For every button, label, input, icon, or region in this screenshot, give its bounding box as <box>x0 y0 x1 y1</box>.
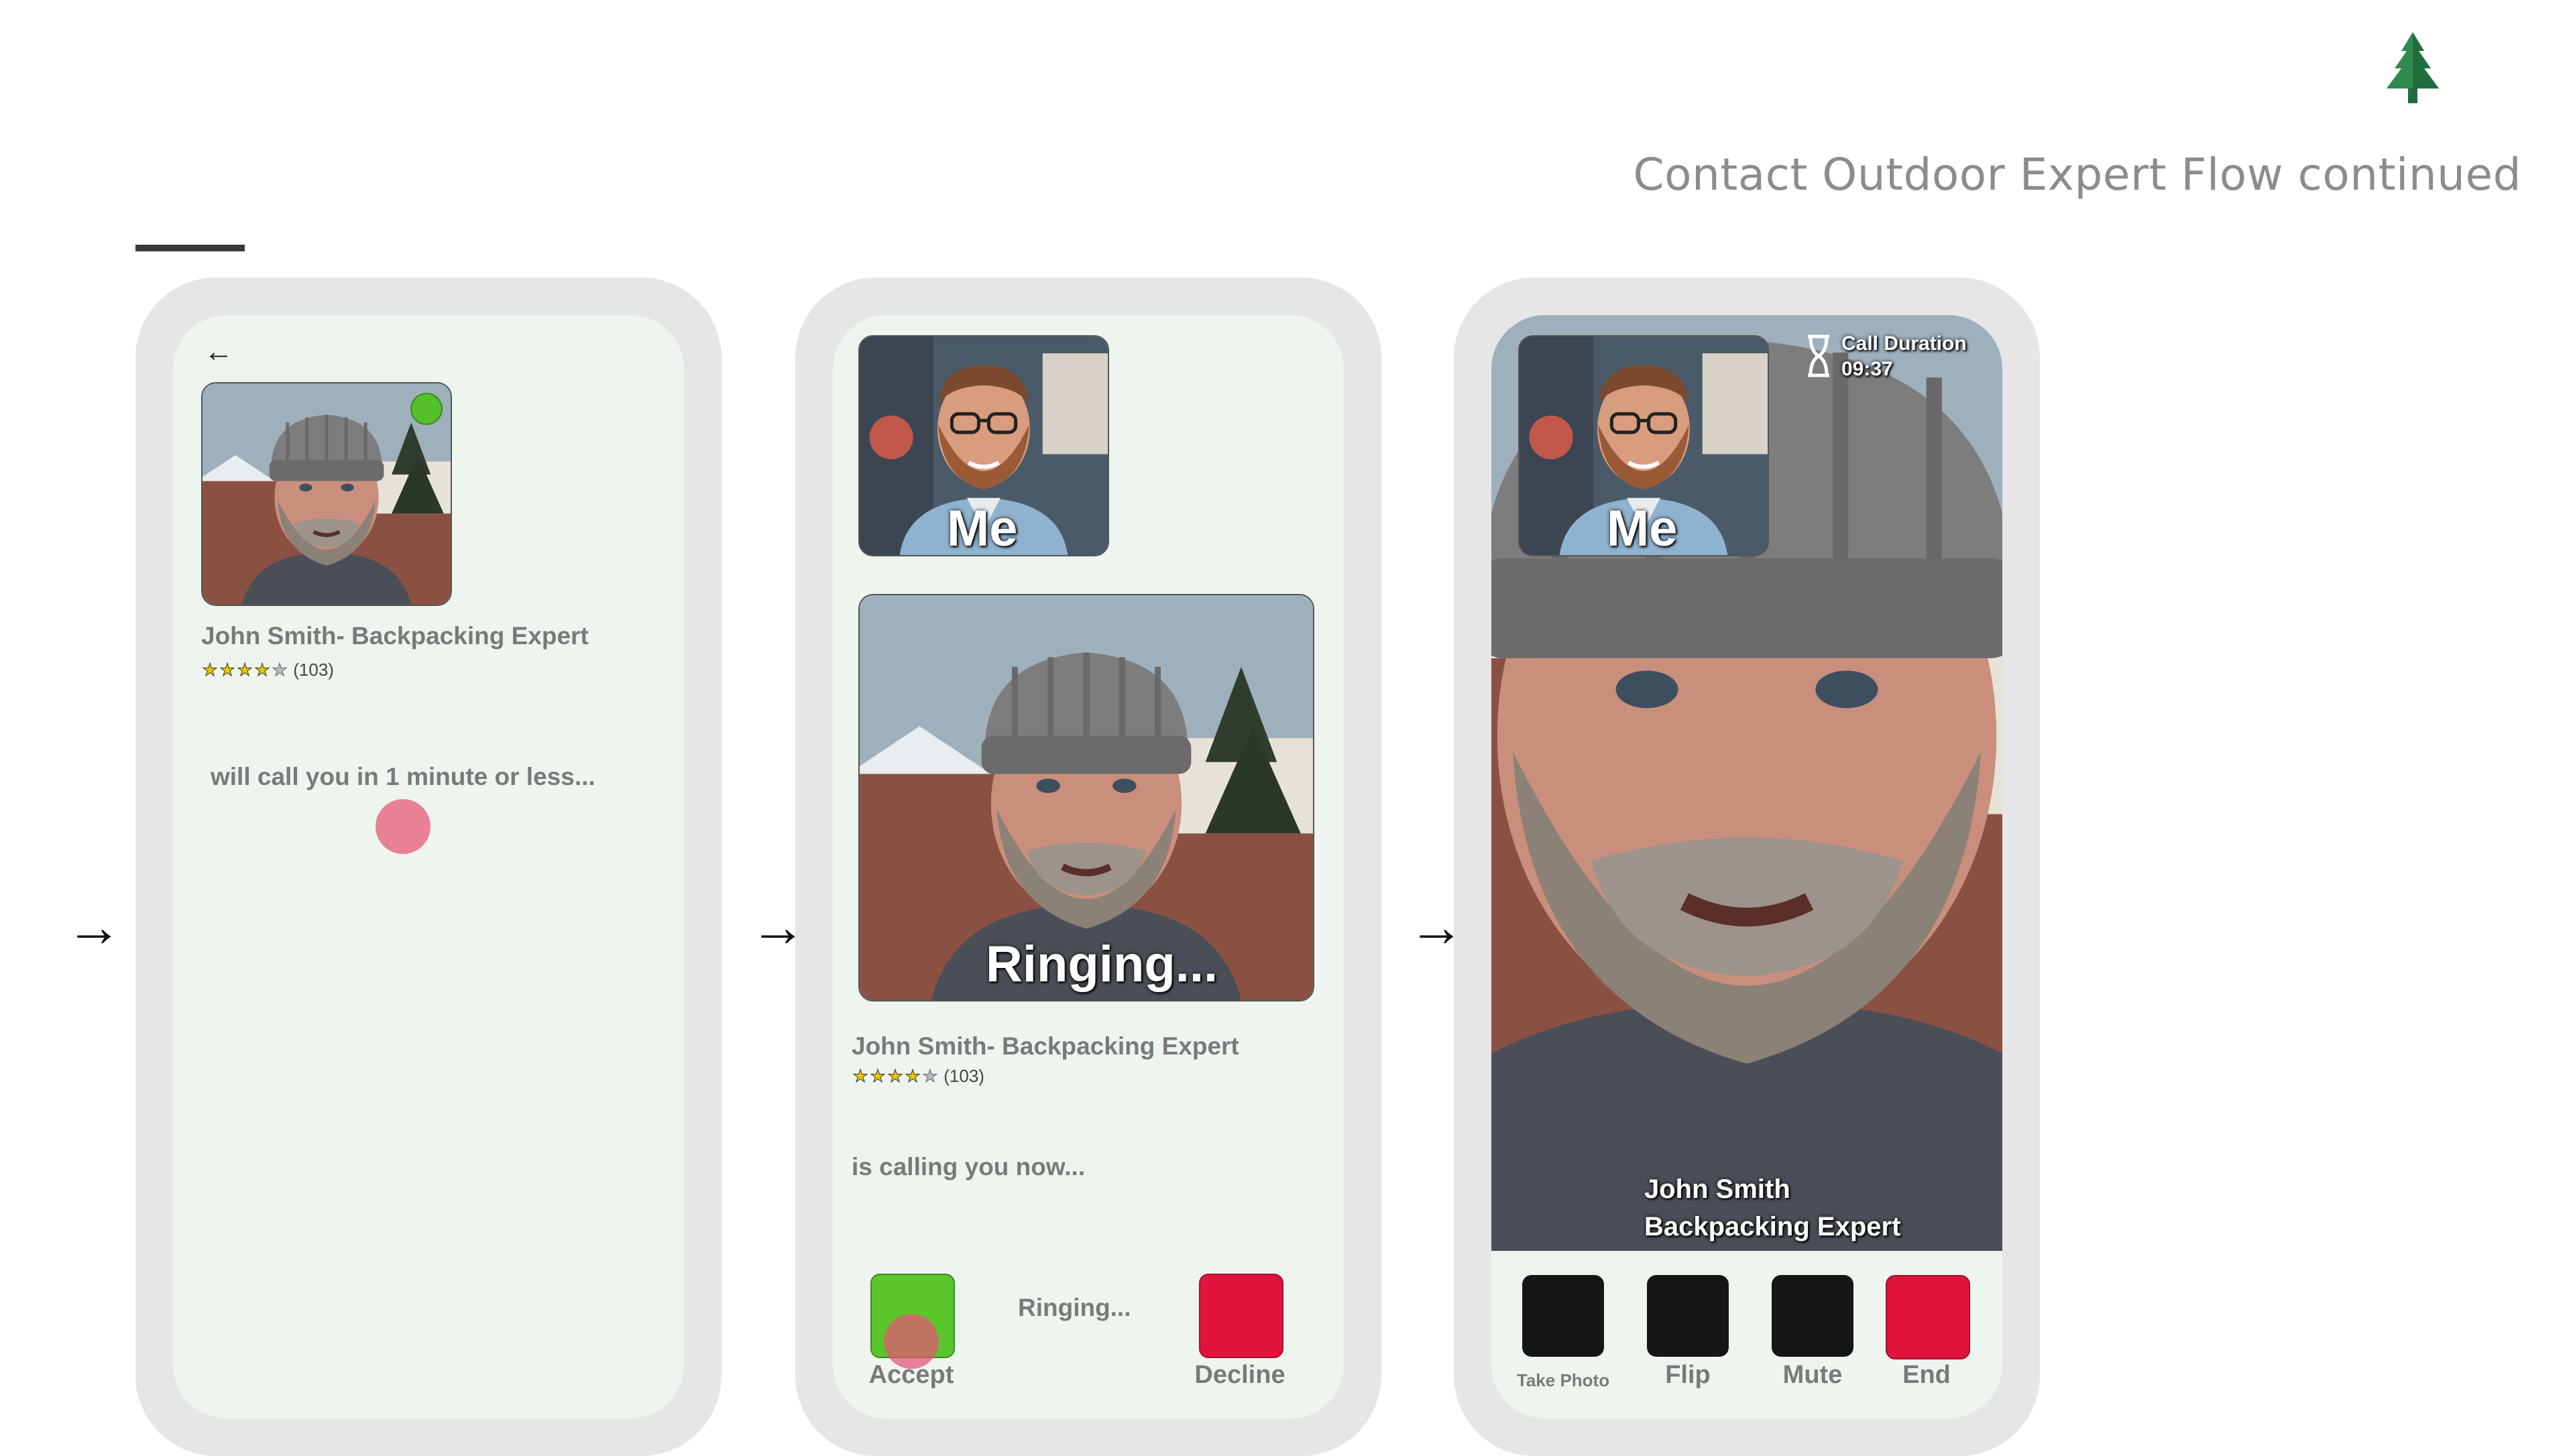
ringing-overlay: Ringing... <box>986 936 1218 993</box>
rating-count: (103) <box>943 1066 984 1086</box>
take-photo-label: Take Photo <box>1516 1370 1610 1390</box>
rating-stars: ★ ★ ★ ★ ★ (103) <box>202 660 334 680</box>
pine-tree-icon <box>2383 32 2443 106</box>
call-duration: Call Duration 09:37 <box>1841 331 1967 382</box>
phone-frame-in-call: John Smith Backpacking Expert Me Call Du… <box>1454 278 2040 1456</box>
mute-button[interactable] <box>1772 1275 1853 1357</box>
caller-title: Backpacking Expert <box>1644 1212 1901 1241</box>
caller-info: John Smith Backpacking Expert <box>1644 1170 1900 1246</box>
flip-label: Flip <box>1665 1361 1711 1389</box>
phone-frame-incoming: Me Ringing... John Smith- Backpacking Ex… <box>795 278 1381 1456</box>
screen-waiting: ← John Smith- Backpacking Expert ★ ★ ★ ★ ★ (… <box>173 315 684 1418</box>
mute-label: Mute <box>1782 1361 1843 1389</box>
self-preview: Me <box>1518 335 1769 556</box>
touch-indicator <box>376 799 431 854</box>
decline-button[interactable] <box>1199 1274 1283 1358</box>
caller-video: Ringing... <box>858 594 1314 1002</box>
end-label: End <box>1902 1361 1951 1389</box>
self-label: Me <box>1607 500 1678 556</box>
rating-count: (103) <box>293 660 334 680</box>
title-divider <box>135 245 245 251</box>
touch-indicator <box>884 1314 939 1369</box>
self-preview: Me <box>858 335 1109 556</box>
expert-name: John Smith- Backpacking Expert <box>852 1032 1239 1060</box>
expert-avatar <box>201 382 452 606</box>
status-message: will call you in 1 minute or less... <box>211 763 595 790</box>
flow-arrow-1: → <box>66 895 122 958</box>
caller-name: John Smith <box>1644 1174 1790 1204</box>
take-photo-button[interactable] <box>1522 1275 1604 1357</box>
status-message: is calling you now... <box>852 1153 1086 1180</box>
expert-name: John Smith- Backpacking Expert <box>201 622 589 650</box>
decline-label: Decline <box>1194 1361 1285 1389</box>
self-label: Me <box>947 500 1018 556</box>
hourglass-icon <box>1804 334 1833 378</box>
screen-incoming: Me Ringing... John Smith- Backpacking Ex… <box>833 315 1344 1418</box>
screen-in-call: John Smith Backpacking Expert Me Call Du… <box>1491 315 2002 1418</box>
center-status: Ringing... <box>1018 1294 1131 1321</box>
flip-camera-button[interactable] <box>1647 1275 1729 1357</box>
back-arrow-icon[interactable]: ← <box>204 335 233 369</box>
phone-frame-waiting: ← John Smith- Backpacking Expert ★ ★ ★ ★ ★ (… <box>135 278 722 1456</box>
end-call-button[interactable] <box>1886 1275 1970 1359</box>
call-duration-label: Call Duration <box>1841 332 1967 355</box>
call-duration-value: 09:37 <box>1841 358 1893 380</box>
online-status-dot <box>410 393 443 425</box>
page-title: Contact Outdoor Expert Flow continued <box>1633 149 2521 200</box>
rating-stars: ★ ★ ★ ★ ★ (103) <box>852 1066 984 1087</box>
